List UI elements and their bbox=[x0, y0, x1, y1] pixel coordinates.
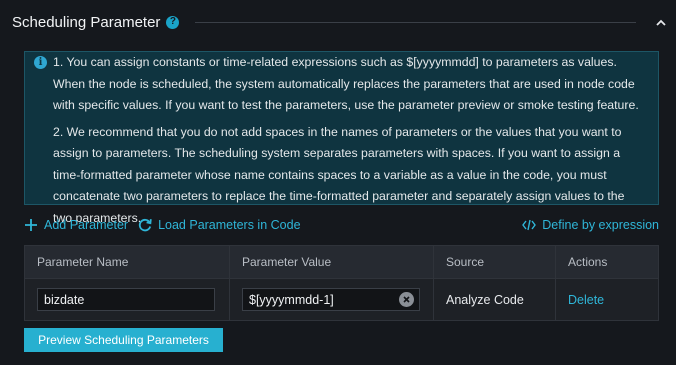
parameter-table: Parameter Name Parameter Value Source Ac… bbox=[24, 245, 659, 321]
section-title: Scheduling Parameter bbox=[12, 13, 161, 31]
column-header-value: Parameter Value bbox=[230, 246, 434, 278]
cell-source: Analyze Code bbox=[434, 279, 556, 320]
parameter-value-input[interactable] bbox=[242, 288, 420, 311]
add-parameter-label: Add Parameter bbox=[44, 218, 129, 232]
cell-name bbox=[25, 279, 230, 320]
section-header: Scheduling Parameter ? bbox=[0, 0, 676, 44]
code-icon bbox=[522, 218, 537, 232]
load-parameters-button[interactable]: Load Parameters in Code bbox=[138, 218, 301, 232]
refresh-icon bbox=[138, 218, 152, 232]
info-paragraph-2: 2. We recommend that you do not add spac… bbox=[53, 124, 625, 225]
table-row: Analyze Code Delete bbox=[25, 279, 658, 320]
header-divider bbox=[195, 21, 636, 23]
info-notice: i 1. You can assign constants or time-re… bbox=[24, 51, 659, 225]
info-paragraph-1: 1. You can assign constants or time-rela… bbox=[53, 55, 639, 112]
column-header-source: Source bbox=[434, 246, 556, 278]
parameter-value-field bbox=[242, 288, 420, 311]
plus-icon bbox=[24, 218, 38, 232]
preview-scheduling-parameters-button[interactable]: Preview Scheduling Parameters bbox=[24, 328, 223, 352]
delete-link[interactable]: Delete bbox=[568, 293, 604, 307]
define-by-expression-label: Define by expression bbox=[542, 218, 659, 232]
parameter-toolbar: Add Parameter Load Parameters in Code De… bbox=[24, 215, 659, 235]
cell-actions: Delete bbox=[556, 279, 658, 320]
scheduling-parameter-panel: Scheduling Parameter ? i 1. You can assi… bbox=[0, 0, 676, 365]
parameter-name-input[interactable] bbox=[37, 288, 215, 311]
table-header: Parameter Name Parameter Value Source Ac… bbox=[25, 246, 658, 279]
column-header-actions: Actions bbox=[568, 255, 608, 269]
chevron-up-icon[interactable] bbox=[654, 15, 668, 29]
add-parameter-button[interactable]: Add Parameter bbox=[24, 218, 128, 232]
define-by-expression-button[interactable]: Define by expression bbox=[522, 218, 659, 232]
clear-icon[interactable] bbox=[399, 292, 414, 307]
cell-value bbox=[230, 279, 434, 320]
help-icon[interactable]: ? bbox=[166, 15, 180, 29]
load-parameters-label: Load Parameters in Code bbox=[158, 218, 301, 232]
info-icon: i bbox=[34, 56, 47, 69]
column-header-name: Parameter Name bbox=[25, 246, 230, 278]
